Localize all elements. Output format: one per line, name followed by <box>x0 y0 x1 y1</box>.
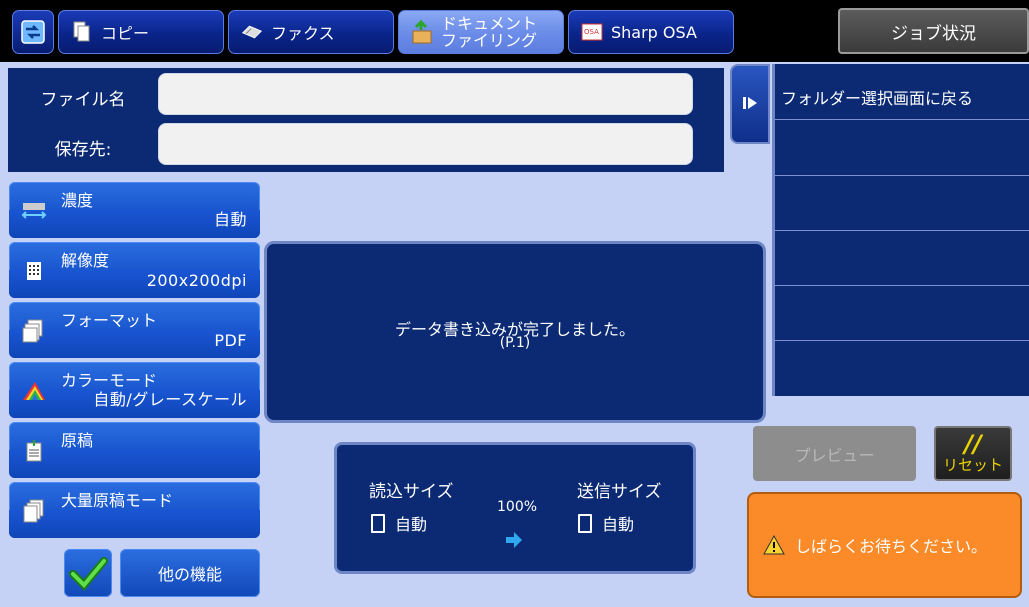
job-build-icon <box>21 498 47 524</box>
scan-size-value-group: 自動 <box>371 511 427 535</box>
mode-switch-icon <box>21 20 45 44</box>
tab-document-filing[interactable]: ドキュメント ファイリング <box>398 10 564 54</box>
mode-switch-button[interactable] <box>12 10 54 54</box>
color-mode-icon <box>21 378 47 404</box>
copy-icon <box>71 21 93 43</box>
density-value: 自動 <box>213 210 247 229</box>
wait-message-box: しばらくお待ちください。 <box>747 492 1022 598</box>
file-name-field[interactable] <box>158 73 693 115</box>
original-title: 原稿 <box>61 431 94 450</box>
preview-button[interactable]: プレビュー <box>753 426 916 481</box>
format-button[interactable]: フォーマット PDF <box>9 302 260 358</box>
destination-field[interactable] <box>158 123 693 165</box>
folder-side-panel: フォルダー選択画面に戻る <box>772 64 1029 396</box>
tab-sharp-osa-label: Sharp OSA <box>611 22 697 42</box>
job-build-button[interactable]: 大量原稿モード <box>9 482 260 538</box>
job-status-button[interactable]: ジョブ状況 <box>838 8 1029 54</box>
resolution-icon <box>21 258 47 284</box>
color-mode-value: 自動/グレースケール <box>93 390 247 409</box>
original-icon <box>21 438 47 464</box>
size-panel: 読込サイズ 自動 100% 送信サイズ 自動 <box>334 442 696 574</box>
ratio-label: 100% <box>497 499 538 515</box>
tab-copy[interactable]: コピー <box>58 10 224 54</box>
format-icon <box>21 318 47 344</box>
sharp-osa-icon: OSA <box>581 21 603 43</box>
list-item <box>775 175 1029 231</box>
file-info-panel: ファイル名 保存先: <box>8 68 724 172</box>
play-arrow-icon <box>743 97 757 109</box>
density-title: 濃度 <box>61 191 94 210</box>
reset-icon: // <box>964 430 982 458</box>
panel-toggle-tab[interactable] <box>730 64 770 144</box>
send-size-label: 送信サイズ <box>577 482 662 502</box>
list-item <box>775 120 1029 176</box>
file-name-label: ファイル名 <box>40 90 126 110</box>
tab-sharp-osa[interactable]: OSA Sharp OSA <box>568 10 734 54</box>
confirm-check-button[interactable] <box>64 549 112 597</box>
checkmark-icon <box>69 557 108 591</box>
svg-text:OSA: OSA <box>584 28 599 36</box>
format-title: フォーマット <box>61 311 158 330</box>
status-message-box: データ書き込みが完了しました。 (P.1) <box>264 241 766 423</box>
density-icon <box>21 198 47 224</box>
destination-label: 保存先: <box>54 140 112 160</box>
send-size-value: 自動 <box>602 515 635 534</box>
scan-size-label: 読込サイズ <box>369 482 454 502</box>
reset-button[interactable]: // リセット <box>934 426 1012 481</box>
tab-document-filing-line1: ドキュメント <box>441 14 538 33</box>
tab-fax-label: ファクス <box>271 24 335 43</box>
fax-icon <box>241 21 263 43</box>
top-bar: コピー ファクス ドキュメント ファイリング OSA Sharp OSA ジョブ… <box>0 0 1029 62</box>
list-item <box>775 340 1029 395</box>
tab-fax[interactable]: ファクス <box>228 10 394 54</box>
document-icon <box>578 513 592 533</box>
other-functions-button[interactable]: 他の機能 <box>120 549 260 597</box>
color-mode-button[interactable]: カラーモード 自動/グレースケール <box>9 362 260 418</box>
resolution-value: 200x200dpi <box>146 271 247 290</box>
tab-document-filing-label: ドキュメント ファイリング <box>441 15 537 49</box>
warning-icon <box>763 535 785 555</box>
resolution-title: 解像度 <box>61 251 110 270</box>
reset-label: リセット <box>942 456 1003 474</box>
tab-copy-label: コピー <box>101 24 150 43</box>
status-message-page: (P.1) <box>499 335 531 351</box>
wait-message-text: しばらくお待ちください。 <box>795 537 988 556</box>
list-item <box>775 285 1029 341</box>
resolution-button[interactable]: 解像度 200x200dpi <box>9 242 260 298</box>
density-button[interactable]: 濃度 自動 <box>9 182 260 238</box>
tab-document-filing-line2: ファイリング <box>441 31 538 50</box>
scan-size-value: 自動 <box>395 515 428 534</box>
job-build-title: 大量原稿モード <box>61 491 174 510</box>
arrow-right-icon <box>506 532 522 548</box>
back-to-folder-select[interactable]: フォルダー選択画面に戻る <box>775 64 1029 120</box>
list-item <box>775 230 1029 286</box>
document-icon <box>371 513 385 533</box>
format-value: PDF <box>214 331 247 350</box>
original-button[interactable]: 原稿 <box>9 422 260 478</box>
back-to-folder-select-label: フォルダー選択画面に戻る <box>781 89 974 108</box>
document-filing-icon <box>411 20 433 44</box>
send-size-value-group: 自動 <box>578 511 634 535</box>
